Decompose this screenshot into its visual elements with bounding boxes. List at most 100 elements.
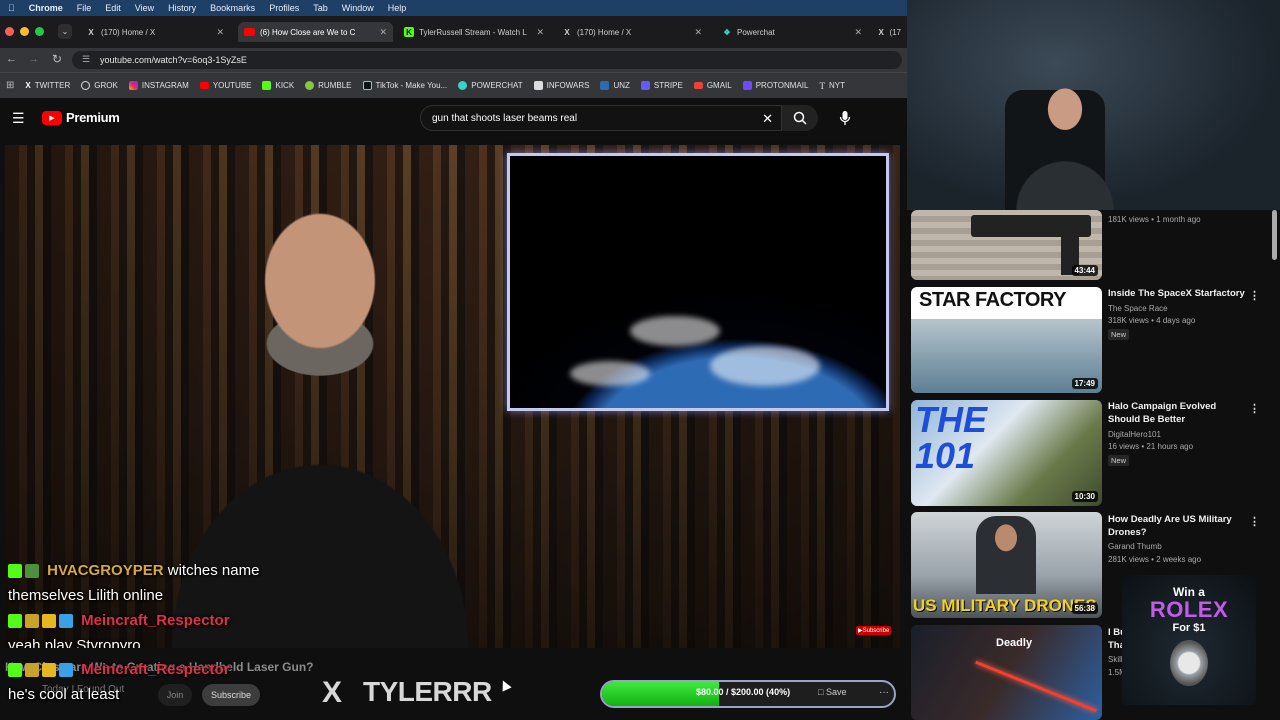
channel-name[interactable]: Skill	[1108, 655, 1123, 664]
channel-name[interactable]: The Space Race	[1108, 304, 1168, 313]
clear-search-icon[interactable]: ✕	[762, 111, 773, 127]
back-arrow-icon[interactable]: ←	[6, 53, 17, 65]
menu-help[interactable]: Help	[388, 3, 407, 13]
sidebar-scrollbar[interactable]	[1272, 210, 1277, 260]
tab-x-home-1[interactable]: X (170) Home / X ✕	[80, 22, 230, 42]
address-bar[interactable]: ☰ youtube.com/watch?v=6oq3-1SyZsE	[72, 51, 902, 69]
tab-search-chevron-icon[interactable]: ⌄	[58, 24, 72, 39]
menu-file[interactable]: File	[77, 3, 92, 13]
video-title[interactable]: Inside The SpaceX Starfactory	[1108, 287, 1248, 300]
bookmark-instagram[interactable]: INSTAGRAM	[128, 81, 189, 90]
webcam-streamer	[1000, 70, 1130, 210]
bookmark-twitter[interactable]: X TWITTER	[25, 81, 70, 90]
bookmark-label: INSTAGRAM	[141, 81, 189, 90]
chat-username[interactable]: Meincraft_Respector	[81, 661, 229, 678]
video-meta: 318K views • 4 days ago	[1108, 316, 1196, 325]
bookmark-gmail[interactable]: GMAIL	[693, 81, 732, 90]
bookmark-stripe[interactable]: STRIPE	[640, 81, 683, 90]
menu-profiles[interactable]: Profiles	[269, 3, 299, 13]
tab-label: (17	[889, 27, 901, 37]
bookmark-nyt[interactable]: T NYT	[819, 81, 845, 91]
chat-username[interactable]: Meincraft_Respector	[81, 612, 229, 629]
youtube-premium-logo[interactable]: ▶ Premium	[42, 110, 120, 125]
bookmark-protonmail[interactable]: PROTONMAIL	[742, 81, 808, 90]
chat-message: HVACGROYPER witches name	[8, 562, 259, 579]
ad-line-3: For $1	[1172, 622, 1206, 634]
menu-view[interactable]: View	[135, 3, 154, 13]
new-badge: New	[1108, 455, 1130, 466]
crown-badge-icon	[42, 663, 56, 678]
menu-history[interactable]: History	[168, 3, 196, 13]
more-actions-button[interactable]: ···	[879, 687, 889, 698]
tab-powerchat[interactable]: ❖ Powerchat ✕	[716, 22, 868, 42]
rolex-ad-overlay[interactable]: Win a ROLEX For $1	[1122, 575, 1256, 705]
tab-label: (170) Home / X	[577, 27, 632, 37]
zoom-window-button[interactable]	[35, 27, 44, 36]
video-meta: 181K views • 1 month ago	[1108, 215, 1201, 224]
menu-tab[interactable]: Tab	[313, 3, 328, 13]
kebab-menu-icon[interactable]: ⋮	[1249, 289, 1260, 302]
apple-icon[interactable]: 	[8, 3, 15, 13]
tab-kick-stream[interactable]: K TylerRussell Stream - Watch L ✕	[398, 22, 550, 42]
kebab-menu-icon[interactable]: ⋮	[1249, 402, 1260, 415]
search-input[interactable]: gun that shoots laser beams real ✕	[420, 105, 782, 131]
menu-bookmarks[interactable]: Bookmarks	[210, 3, 255, 13]
tab-close-icon[interactable]: ✕	[379, 27, 387, 38]
video-thumbnail[interactable]: THE 101 10:30	[911, 400, 1102, 506]
youtube-icon	[199, 82, 209, 89]
youtube-icon	[244, 28, 255, 36]
bookmark-grok[interactable]: GROK	[81, 81, 118, 90]
video-thumbnail[interactable]: STAR FACTORY 17:49	[911, 287, 1102, 393]
hamburger-menu-icon[interactable]: ☰	[12, 110, 25, 127]
menu-edit[interactable]: Edit	[105, 3, 121, 13]
tab-close-icon[interactable]: ✕	[216, 27, 224, 38]
bookmark-label: STRIPE	[653, 81, 683, 90]
site-info-icon[interactable]: ☰	[82, 54, 90, 65]
channel-name[interactable]: Garand Thumb	[1108, 542, 1162, 551]
video-thumbnail[interactable]: Deadly	[911, 625, 1102, 720]
macos-menu-bar:  Chrome File Edit View History Bookmark…	[0, 0, 907, 16]
youtube-play-icon: ▶	[42, 110, 62, 125]
chat-username[interactable]: HVACGROYPER	[47, 562, 163, 579]
url-text: youtube.com/watch?v=6oq3-1SyZsE	[100, 55, 247, 65]
gmail-icon	[693, 82, 703, 89]
video-thumbnail[interactable]: 43:44	[911, 210, 1102, 280]
channel-name[interactable]: DigitalHero101	[1108, 430, 1161, 439]
tab-x-partial[interactable]: X (17	[872, 22, 907, 42]
kebab-menu-icon[interactable]: ⋮	[1249, 515, 1260, 528]
x-logo-icon: X	[564, 27, 570, 37]
search-button[interactable]	[782, 105, 818, 131]
x-logo-icon: X	[878, 27, 884, 37]
tab-youtube-active[interactable]: (6) How Close are We to C ✕	[238, 22, 393, 42]
chat-message-continuation: he's cool at least	[8, 686, 120, 703]
search-value: gun that shoots laser beams real	[432, 112, 578, 124]
bookmark-kick[interactable]: KICK	[262, 81, 294, 90]
bookmark-infowars[interactable]: INFOWARS	[533, 81, 589, 90]
bookmark-rumble[interactable]: RUMBLE	[305, 81, 352, 90]
tab-label: (6) How Close are We to C	[260, 27, 356, 37]
grok-icon	[81, 81, 91, 90]
bookmark-unz[interactable]: UNZ	[600, 81, 630, 90]
tab-close-icon[interactable]: ✕	[694, 27, 702, 38]
tab-close-icon[interactable]: ✕	[536, 27, 544, 38]
reload-icon[interactable]: ↻	[52, 52, 62, 66]
save-button[interactable]: □ Save	[818, 687, 846, 697]
video-thumbnail[interactable]: US MILITARY DRONES 56:38	[911, 512, 1102, 618]
join-button[interactable]: Join	[158, 684, 192, 706]
tab-close-icon[interactable]: ✕	[854, 27, 862, 38]
close-window-button[interactable]	[5, 27, 14, 36]
bookmark-tiktok[interactable]: TikTok - Make You...	[362, 81, 447, 90]
subscribe-button[interactable]: Subscribe	[202, 684, 260, 706]
voice-search-button[interactable]	[830, 105, 860, 131]
video-title[interactable]: How Deadly Are US Military Drones?	[1108, 513, 1248, 539]
video-title[interactable]: Halo Campaign Evolved Should Be Better	[1108, 400, 1248, 426]
earth-inset-image	[507, 153, 889, 411]
tab-x-home-2[interactable]: X (170) Home / X ✕	[556, 22, 708, 42]
menu-app-name[interactable]: Chrome	[29, 3, 63, 13]
apps-grid-icon[interactable]: ⊞	[6, 80, 14, 91]
menu-window[interactable]: Window	[342, 3, 374, 13]
minimize-window-button[interactable]	[20, 27, 29, 36]
bookmark-youtube[interactable]: YOUTUBE	[199, 81, 251, 90]
forward-arrow-icon[interactable]: →	[28, 53, 39, 65]
bookmark-powerchat[interactable]: POWERCHAT	[458, 81, 523, 90]
